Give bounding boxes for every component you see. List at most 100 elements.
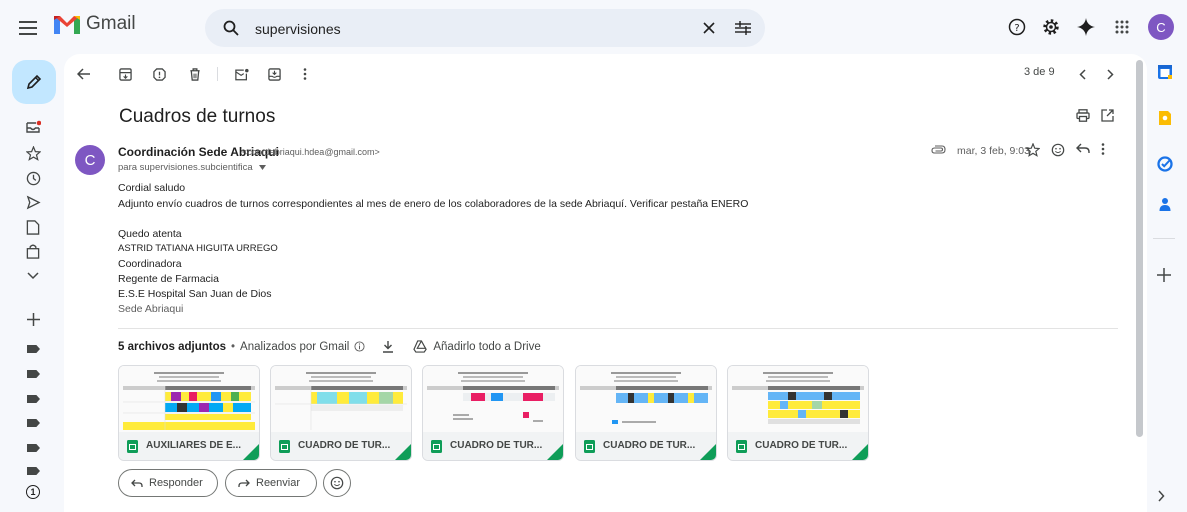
star-icon[interactable] [1026,143,1040,157]
attachment-card[interactable]: CUADRO DE TUR... [270,365,412,461]
purchases-bag-icon[interactable] [25,243,41,259]
more-options-vertical-icon[interactable] [295,64,315,84]
email-view: 3 de 9 Cuadros de turnos C Coordinación … [64,54,1147,512]
keep-notes-icon[interactable] [1157,110,1173,126]
get-addons-plus-icon[interactable] [1157,268,1173,284]
signature-org: E.S.E Hospital San Juan de Dios [118,288,272,300]
sheets-corner-icon [395,444,411,460]
more-chevron-down-icon[interactable] [25,268,41,284]
attachment-footer: CUADRO DE TUR... [728,432,868,460]
drafts-icon[interactable] [25,219,41,235]
recipient-details-caret-icon [259,164,267,170]
search-input[interactable] [253,17,697,41]
attachment-footer: CUADRO DE TUR... [271,432,411,460]
attachment-paperclip-icon [931,145,946,154]
main-menu-icon[interactable] [12,12,44,44]
emoji-reaction-button[interactable] [323,469,351,497]
archive-icon[interactable] [115,64,135,84]
gmail-m-icon [54,16,80,34]
spreadsheet-thumbnail [576,366,716,432]
reply-label: Responder [149,477,203,489]
search-options-icon[interactable] [727,12,759,44]
body-closing: Quedo atenta [118,228,182,240]
reply-icon [131,479,143,487]
compose-button[interactable] [12,60,56,104]
calendar-icon[interactable] [1157,64,1173,80]
create-label-plus-icon[interactable] [25,311,41,327]
gmail-logo[interactable]: Gmail [54,13,136,35]
add-to-drive-icon[interactable] [413,340,428,353]
signature-site: Sede Abriaqui [118,303,184,315]
reply-button[interactable]: Responder [118,469,218,497]
clear-search-icon[interactable] [693,12,725,44]
sheets-corner-icon [547,444,563,460]
pager-count: 3 de 9 [1024,66,1055,78]
settings-gear-icon[interactable] [1035,11,1067,43]
older-chevron-right-icon[interactable] [1100,64,1120,84]
attachment-name: CUADRO DE TUR... [450,440,543,451]
sheets-icon [584,440,595,453]
forward-button[interactable]: Reenviar [225,469,317,497]
attachment-card[interactable]: CUADRO DE TUR... [575,365,717,461]
print-icon[interactable] [1076,109,1090,122]
gemini-sparkle-icon[interactable] [1070,11,1102,43]
spreadsheet-thumbnail [119,366,259,432]
label-tag-icon[interactable] [27,395,40,403]
scanned-label: Analizados por Gmail [240,340,350,353]
sent-icon[interactable] [25,194,41,210]
search-bar[interactable] [205,9,765,47]
contacts-icon[interactable] [1157,196,1173,212]
reply-arrow-icon[interactable] [1076,143,1090,154]
attachment-card[interactable]: CUADRO DE TUR... [422,365,564,461]
sheets-icon [127,440,138,453]
sender-email: <coordabriaqui.hdea@gmail.com> [242,147,380,157]
signature-name: ASTRID TATIANA HIGUITA URREGO [118,243,278,254]
sender-avatar[interactable]: C [75,145,105,175]
recipient-line[interactable]: para supervisiones.subcientifica [118,162,267,173]
show-side-panel-chevron-icon[interactable] [1157,490,1173,506]
attachment-name: AUXILIARES DE E... [146,440,242,451]
spreadsheet-thumbnail [271,366,411,432]
emoji-reaction-icon[interactable] [1051,143,1065,157]
side-panel-divider [1153,238,1175,239]
help-icon[interactable]: ? [1001,11,1033,43]
top-bar: Gmail ? C [0,0,1187,54]
recipient-text: para supervisiones.subcientifica [118,162,253,173]
attachment-footer: CUADRO DE TUR... [423,432,563,460]
sheets-icon [736,440,747,453]
label-tag-icon[interactable] [27,419,40,427]
apps-grid-icon[interactable] [1106,11,1138,43]
mark-unread-icon[interactable] [232,64,252,84]
body-message: Adjunto envío cuadros de turnos correspo… [118,198,749,210]
attachments-separator: • [231,340,236,353]
move-to-icon[interactable] [264,64,284,84]
back-arrow-icon[interactable] [74,64,94,84]
label-tag-icon[interactable] [27,444,40,452]
attachment-card[interactable]: CUADRO DE TUR... [727,365,869,461]
email-date: mar, 3 feb, 9:03 [957,145,1030,157]
label-tag-icon[interactable] [27,345,40,353]
attachment-card[interactable]: AUXILIARES DE E... [118,365,260,461]
report-spam-icon[interactable] [149,64,169,84]
scrollbar-thumb[interactable] [1136,60,1143,437]
open-new-window-icon[interactable] [1101,109,1114,122]
message-more-options-icon[interactable] [1101,143,1105,155]
download-all-icon[interactable] [382,340,394,353]
search-icon[interactable] [215,12,247,44]
info-icon[interactable] [354,341,365,352]
tasks-icon[interactable] [1157,156,1173,172]
body-greeting: Cordial saludo [118,182,186,194]
sheets-corner-icon [700,444,716,460]
newer-chevron-left-icon[interactable] [1072,64,1092,84]
spreadsheet-thumbnail [423,366,563,432]
attachments-count: 5 archivos adjuntos [118,340,227,353]
notification-count-badge[interactable]: 1 [26,485,40,499]
inbox-icon[interactable] [25,119,41,135]
delete-trash-icon[interactable] [185,64,205,84]
starred-icon[interactable] [25,145,41,161]
label-tag-icon[interactable] [27,467,40,475]
account-avatar[interactable]: C [1148,14,1174,40]
add-to-drive-label[interactable]: Añadirlo todo a Drive [433,341,540,353]
snoozed-clock-icon[interactable] [25,170,41,186]
label-tag-icon[interactable] [27,370,40,378]
